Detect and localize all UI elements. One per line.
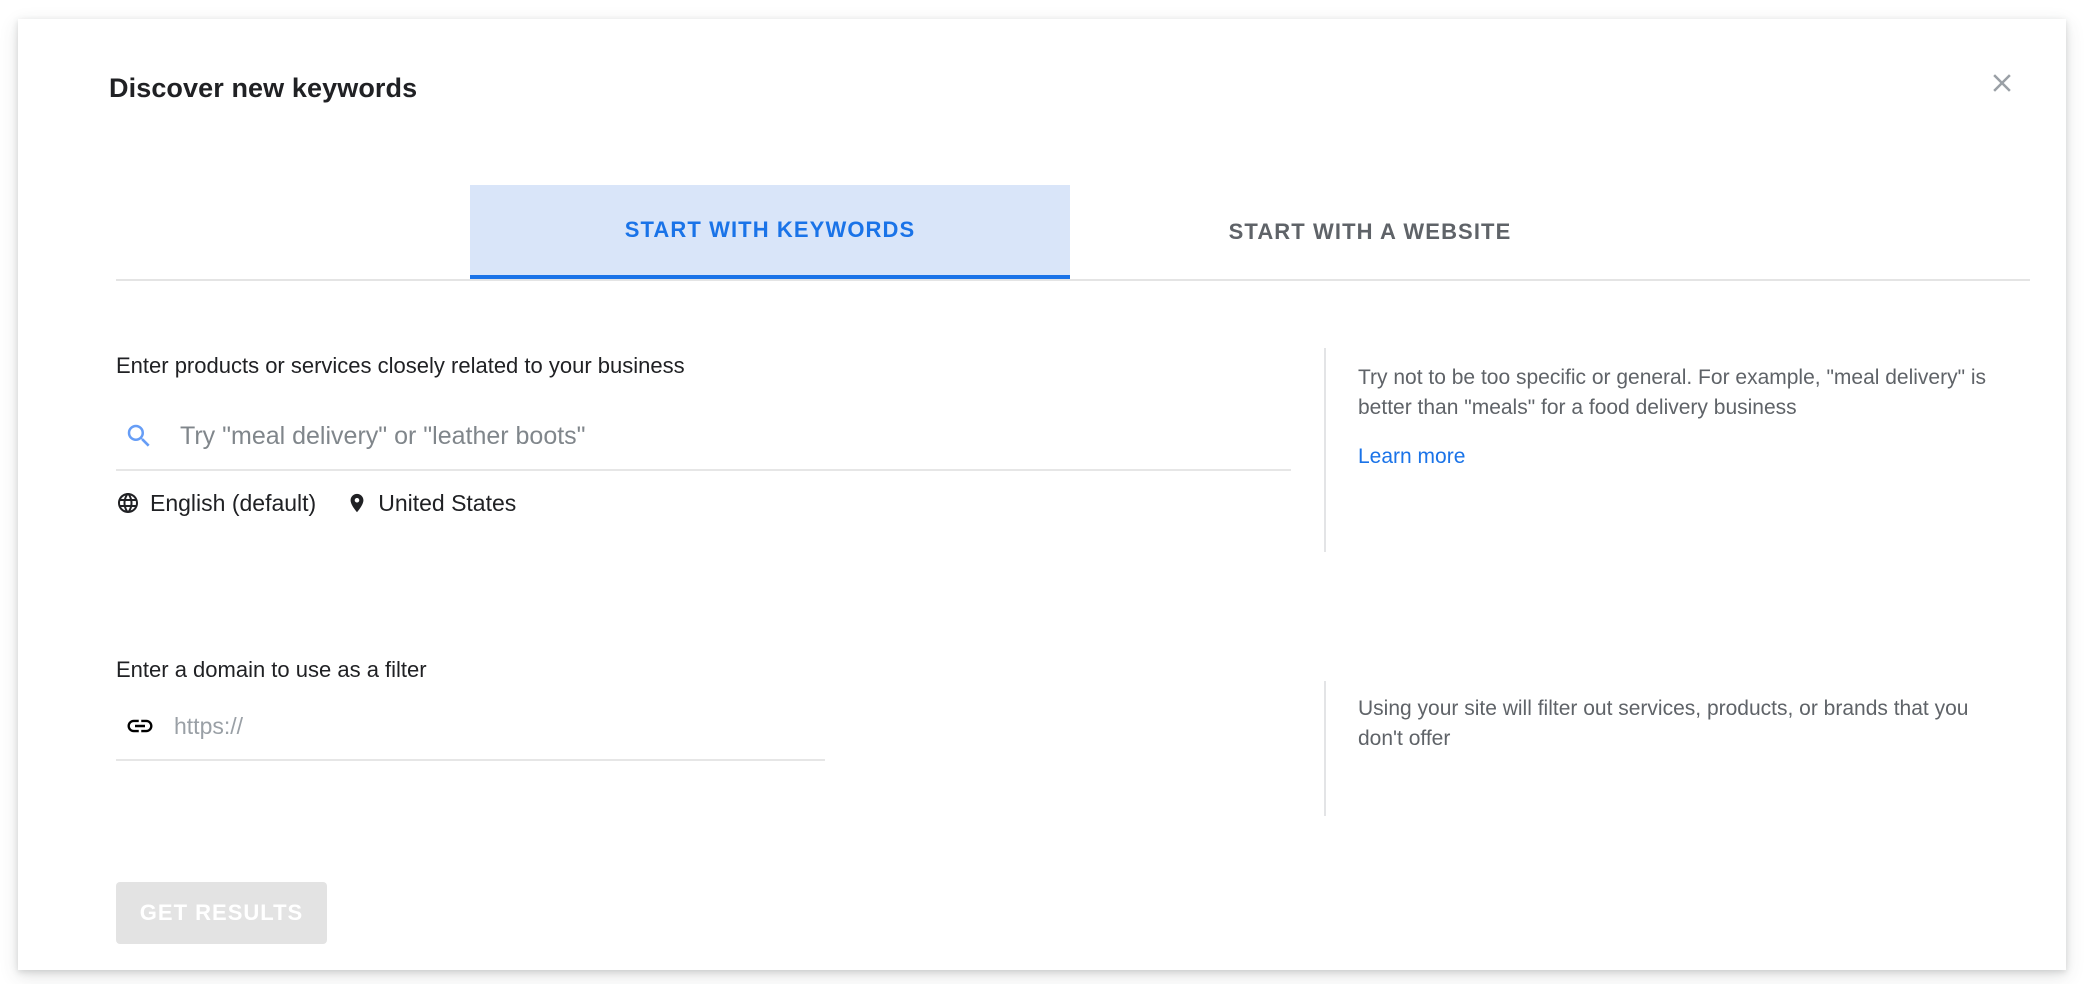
learn-more-link[interactable]: Learn more (1358, 445, 1465, 469)
keywords-section-label: Enter products or services closely relat… (116, 353, 685, 378)
location-label: United States (378, 489, 517, 516)
tab-start-with-keywords[interactable]: START WITH KEYWORDS (470, 185, 1070, 279)
close-icon (1987, 68, 2017, 98)
locale-row: English (default) United States (116, 485, 546, 521)
globe-icon (116, 491, 140, 515)
discover-keywords-dialog: Discover new keywords START WITH KEYWORD… (18, 19, 2066, 970)
page-title: Discover new keywords (109, 73, 418, 103)
keywords-input-row[interactable] (116, 403, 1291, 471)
get-results-button[interactable]: GET RESULTS (116, 882, 327, 944)
keywords-help-panel: Try not to be too specific or general. F… (1358, 363, 1998, 469)
keywords-help-text: Try not to be too specific or general. F… (1358, 366, 1987, 420)
domain-help-panel: Using your site will filter out services… (1358, 694, 1998, 755)
tab-start-with-a-website[interactable]: START WITH A WEBSITE (1070, 185, 1670, 279)
dialog-header: Discover new keywords (18, 19, 2066, 147)
language-label: English (default) (150, 489, 317, 516)
help-divider-domain (1324, 681, 1326, 816)
domain-input[interactable] (162, 702, 825, 750)
get-results-label: GET RESULTS (139, 900, 304, 925)
tab-label: START WITH KEYWORDS (624, 217, 916, 242)
tab-bar: START WITH KEYWORDS START WITH A WEBSITE (116, 185, 2030, 281)
tab-label: START WITH A WEBSITE (1228, 219, 1512, 244)
location-pin-icon (346, 491, 368, 515)
domain-input-row[interactable] (116, 693, 825, 761)
domain-section-label: Enter a domain to use as a filter (116, 657, 427, 682)
link-icon (118, 711, 162, 741)
language-selector[interactable]: English (default) (116, 490, 316, 517)
domain-help-text: Using your site will filter out services… (1358, 697, 1969, 751)
search-input[interactable] (162, 412, 1291, 460)
close-button[interactable] (1978, 59, 2026, 107)
location-selector[interactable]: United States (346, 490, 516, 517)
help-divider-keywords (1324, 348, 1326, 552)
search-icon (116, 421, 162, 451)
